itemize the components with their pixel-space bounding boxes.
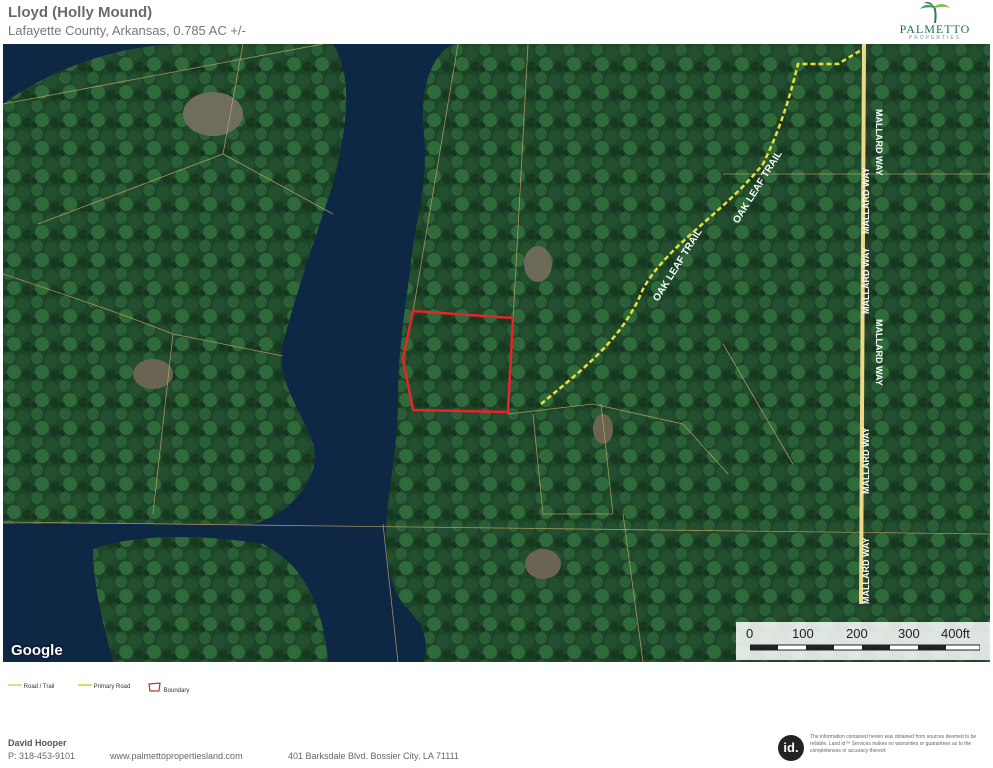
legend-label: Road / Trail [23, 684, 55, 690]
mallard-way-label: MALLARD WAY [861, 247, 871, 314]
disclaimer-text: The information contained herein was obt… [810, 734, 977, 754]
mallard-way-label: MALLARD WAY [861, 427, 871, 494]
google-attribution: Google [11, 642, 63, 659]
map-title: Lloyd (Holly Mound) [8, 4, 153, 21]
clearing [524, 246, 552, 282]
palmetto-logo: PALMETTO PROPERTIES [890, 2, 980, 42]
scale-tick-label: 100 [792, 626, 814, 641]
scale-tick-label: 400ft [941, 626, 970, 641]
mallard-way-label: MALLARD WAY [874, 109, 884, 176]
map-subtitle: Lafayette County, Arkansas, 0.785 AC +/- [8, 23, 246, 38]
legend-label: Primary Road [93, 684, 131, 690]
agent-phone[interactable]: P: 318-453-9101 [8, 751, 75, 761]
legend-item-primary-road: Primary Road [78, 682, 130, 690]
legend-item-boundary: Boundary [148, 682, 189, 694]
scale-tick-label: 200 [846, 626, 868, 641]
clearing [593, 414, 613, 444]
forest-left [3, 44, 347, 524]
palm-tree-icon [920, 2, 950, 24]
logo-tagline: PROPERTIES [908, 35, 962, 41]
map-canvas: OAK LEAF TRAIL OAK LEAF TRAIL MALLARD WA… [3, 44, 990, 662]
land-id-icon: id. [778, 735, 804, 761]
scale-tick-label: 300 [898, 626, 920, 641]
agent-name: David Hooper [8, 738, 67, 748]
mallard-way-label: MALLARD WAY [861, 167, 871, 234]
satellite-map[interactable]: OAK LEAF TRAIL OAK LEAF TRAIL MALLARD WA… [3, 44, 990, 662]
legend-item-road-trail: Road / Trail [8, 682, 54, 690]
scale-tick-label: 0 [746, 626, 754, 641]
forest-right [386, 44, 990, 662]
line-icon [8, 684, 22, 686]
mallard-way-label: MALLARD WAY [861, 537, 871, 604]
legend-label: Boundary [163, 688, 190, 694]
polygon-icon [148, 682, 161, 692]
website-link[interactable]: www.palmettopropertiesland.com [110, 751, 243, 761]
clearing [525, 549, 561, 579]
office-address: 401 Barksdale Blvd. Bossier City, LA 711… [288, 751, 459, 761]
line-icon [78, 684, 92, 686]
scale-bar-graphic [750, 644, 980, 651]
header: Lloyd (Holly Mound) Lafayette County, Ar… [0, 0, 993, 44]
clearing [183, 92, 243, 136]
scale-bar: 0 100 200 300 400ft [736, 622, 990, 660]
mallard-way-label: MALLARD WAY [874, 319, 884, 386]
